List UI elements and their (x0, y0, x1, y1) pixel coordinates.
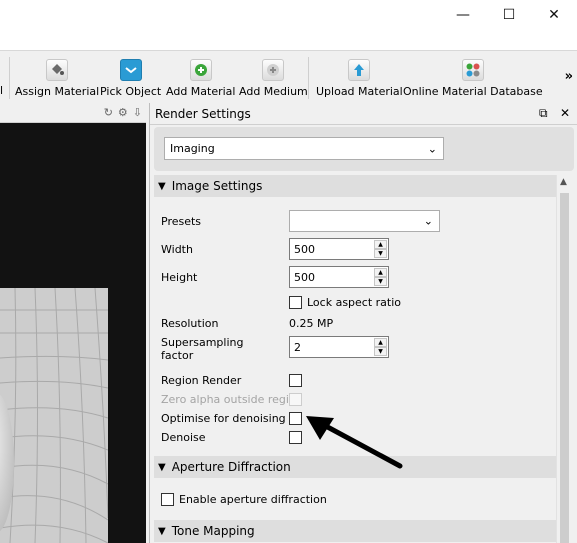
online-material-database-button[interactable]: Online Material Database (403, 59, 543, 98)
spin-down-icon[interactable]: ▼ (374, 277, 387, 286)
section-image-settings-label: Image Settings (171, 179, 263, 193)
spin-up-icon[interactable]: ▲ (374, 338, 387, 347)
spin-up-icon[interactable]: ▲ (374, 268, 387, 277)
toolbar-separator (9, 57, 10, 99)
denoise-label: Denoise (161, 431, 206, 444)
paint-bucket-icon (46, 59, 69, 81)
upload-material-label: Upload Material (316, 85, 403, 98)
pick-object-label: Pick Object (100, 85, 162, 98)
render-image (0, 287, 109, 543)
enable-aperture-label: Enable aperture diffraction (179, 493, 327, 506)
section-tone-mapping[interactable]: ▼ Tone Mapping (154, 520, 556, 542)
refresh-icon[interactable]: ↻ (104, 106, 113, 119)
chevron-double-right-icon: » (564, 69, 573, 84)
toolbar-separator (308, 57, 309, 99)
section-tone-mapping-label: Tone Mapping (171, 524, 255, 538)
float-panel-icon[interactable]: ⧉ (539, 106, 548, 121)
zero-alpha-label: Zero alpha outside region (161, 393, 303, 406)
settings-icon[interactable]: ⚙ (118, 106, 128, 119)
minimize-button[interactable]: — (440, 0, 486, 30)
height-label: Height (161, 271, 198, 284)
region-render-checkbox[interactable] (289, 374, 302, 387)
upload-material-button[interactable]: Upload Material (316, 59, 403, 98)
chevron-down-icon: ⌄ (427, 142, 437, 155)
spin-up-icon[interactable]: ▲ (374, 240, 387, 249)
enable-aperture-checkbox[interactable] (161, 493, 174, 506)
width-value: 500 (294, 242, 315, 256)
upload-icon (348, 59, 371, 81)
height-value: 500 (294, 270, 315, 284)
add-medium-label: Add Medium (239, 85, 308, 98)
resolution-value: 0.25 MP (289, 317, 334, 330)
material-database-icon (461, 59, 484, 81)
lock-aspect-label: Lock aspect ratio (307, 296, 402, 309)
pick-object-button[interactable]: Pick Object (100, 59, 161, 98)
toolbar-overflow-button[interactable]: » (565, 69, 573, 84)
height-spinbox[interactable]: 500 ▲ ▼ (289, 266, 389, 288)
panel-title-bar: Render Settings ⧉ ✕ (150, 103, 577, 125)
collapse-triangle-icon: ▼ (158, 461, 166, 473)
lock-aspect-checkbox[interactable] (289, 296, 302, 309)
optimise-denoising-label: Optimise for denoising (161, 412, 286, 425)
add-medium-button[interactable]: Add Medium (239, 59, 308, 98)
presets-label: Presets (161, 215, 202, 228)
add-material-icon (189, 59, 212, 81)
section-image-settings[interactable]: ▼ Image Settings (154, 175, 556, 197)
assign-material-label: Assign Material (15, 85, 100, 98)
scroll-up-icon[interactable]: ▲ (560, 177, 567, 187)
mode-combo-value: Imaging (170, 142, 215, 155)
close-panel-icon[interactable]: ✕ (560, 106, 570, 120)
maximize-button[interactable]: ☐ (486, 0, 532, 30)
panel-title: Render Settings (155, 107, 251, 121)
width-spinbox[interactable]: 500 ▲ ▼ (289, 238, 389, 260)
collapse-triangle-icon: ▼ (158, 525, 166, 537)
toolbar: l Assign Material Pick Object Add Materi… (0, 50, 577, 103)
render-settings-panel: Render Settings ⧉ ✕ Imaging ⌄ ▼ Image Se… (149, 103, 577, 543)
minimize-icon: — (456, 7, 470, 23)
close-icon: ✕ (548, 7, 560, 23)
render-viewport[interactable] (0, 123, 146, 543)
assign-material-button[interactable]: Assign Material (15, 59, 99, 98)
spin-down-icon[interactable]: ▼ (374, 347, 387, 356)
supersampling-spinbox[interactable]: 2 ▲ ▼ (289, 336, 389, 358)
add-medium-icon (262, 59, 285, 81)
supersampling-label-line2: factor (161, 349, 194, 362)
pick-cube-icon (119, 59, 142, 81)
spin-down-icon[interactable]: ▼ (374, 249, 387, 258)
annotation-arrow-icon (306, 416, 403, 469)
toolbar-partial-item[interactable]: l (0, 84, 3, 97)
title-bar: — ☐ ✕ (0, 0, 577, 50)
supersampling-value: 2 (294, 340, 301, 354)
presets-combo[interactable]: ⌄ (289, 210, 440, 232)
maximize-icon: ☐ (502, 7, 516, 23)
vertical-scrollbar[interactable]: ▲ (556, 175, 572, 543)
chevron-down-icon: ⌄ (423, 214, 433, 228)
section-aperture-label: Aperture Diffraction (171, 460, 291, 474)
mode-combo[interactable]: Imaging ⌄ (164, 137, 444, 160)
zero-alpha-checkbox (289, 393, 302, 406)
width-label: Width (161, 243, 193, 256)
mode-selector-box: Imaging ⌄ (154, 127, 574, 171)
online-material-database-label: Online Material Database (403, 85, 543, 98)
download-icon[interactable]: ⇩ (133, 106, 142, 119)
scrollbar-thumb[interactable] (560, 193, 569, 543)
region-render-label: Region Render (161, 374, 242, 387)
supersampling-label: Supersampling (161, 336, 244, 349)
resolution-label: Resolution (161, 317, 219, 330)
viewport-header: ↻ ⚙ ⇩ (0, 103, 146, 123)
toolbar-partial-label: l (0, 84, 4, 97)
add-material-button[interactable]: Add Material (166, 59, 235, 98)
collapse-triangle-icon: ▼ (158, 180, 166, 192)
close-window-button[interactable]: ✕ (531, 0, 577, 30)
add-material-label: Add Material (166, 85, 236, 98)
